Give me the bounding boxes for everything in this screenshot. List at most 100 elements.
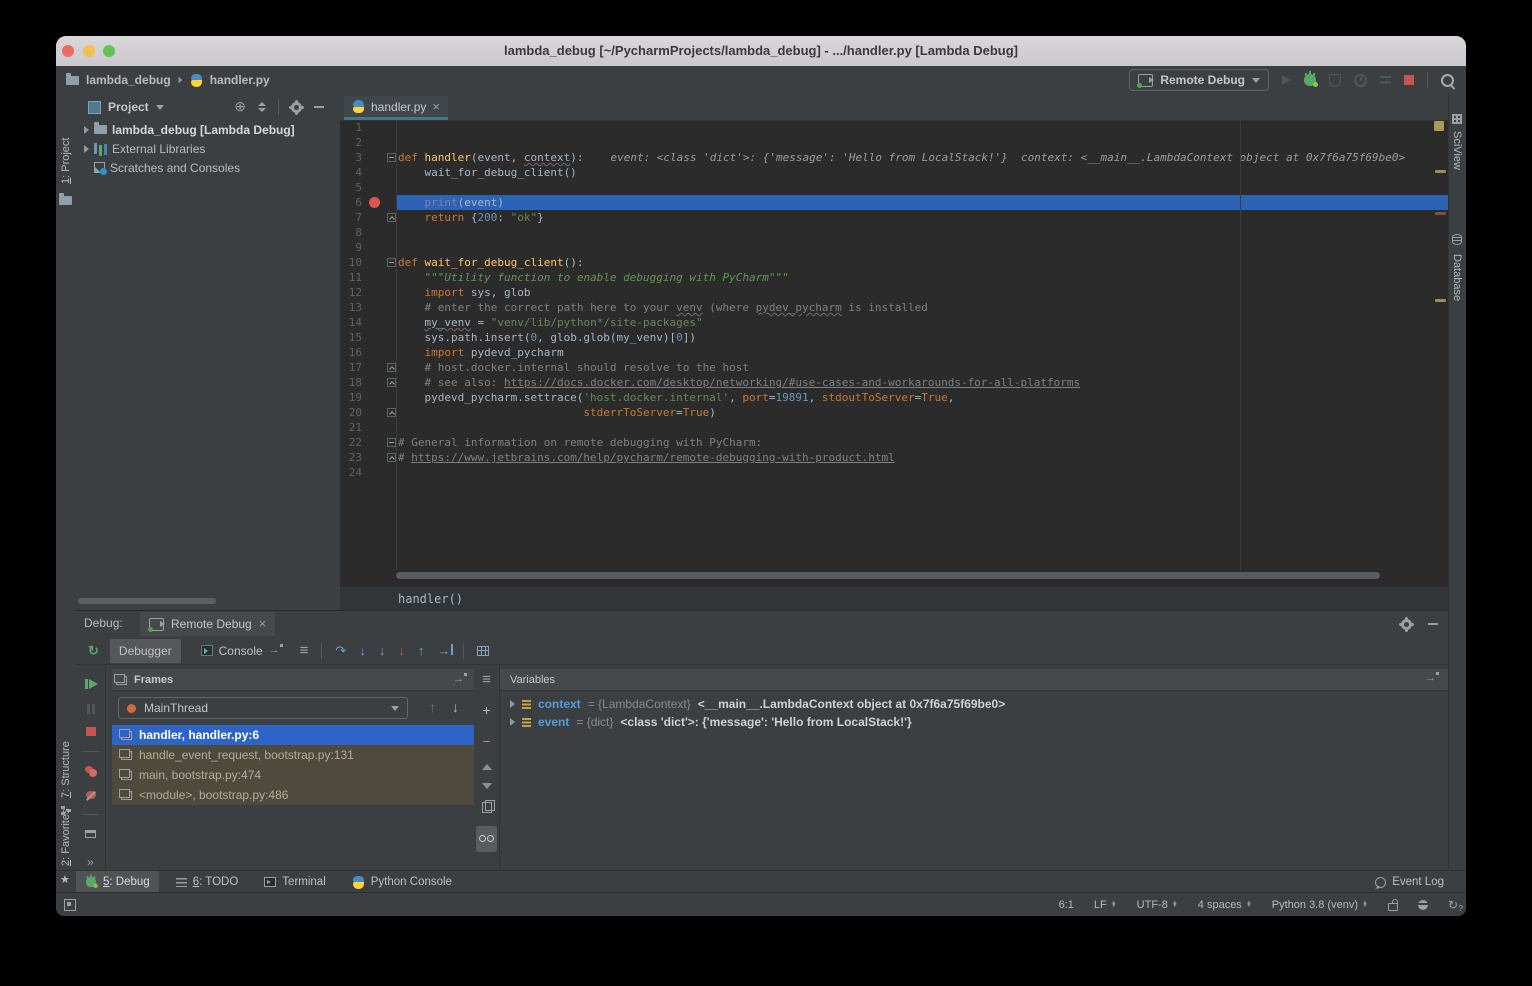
tool-tab-sciview[interactable]: SciView: [1451, 131, 1463, 170]
chevron-right-icon[interactable]: [510, 700, 515, 708]
line-number[interactable]: 8: [340, 226, 362, 239]
line-number[interactable]: 4: [340, 166, 362, 179]
status-encoding[interactable]: UTF-8▲▼: [1137, 899, 1178, 911]
tool-tab-project-strip[interactable]: 1: Project: [60, 138, 72, 184]
move-watch-up-button[interactable]: [482, 764, 492, 770]
mute-breakpoints-button[interactable]: [86, 791, 96, 799]
duplicate-watch-button[interactable]: [482, 802, 492, 813]
breadcrumb-file[interactable]: handler.py: [210, 73, 270, 87]
step-out-button[interactable]: [418, 642, 425, 660]
unlock-icon[interactable]: [1388, 903, 1398, 911]
error-stripe-mark[interactable]: [1435, 212, 1446, 215]
line-number[interactable]: 10: [340, 256, 362, 269]
status-interpreter[interactable]: Python 3.8 (venv)▲▼: [1272, 899, 1368, 911]
error-stripe-mark[interactable]: [1435, 170, 1446, 173]
editor-area[interactable]: handler.py 123def handler(event, context…: [340, 94, 1448, 610]
evaluate-expression-button[interactable]: [477, 646, 489, 656]
close-session-icon[interactable]: [259, 617, 267, 631]
stack-frame[interactable]: handler, handler.py:6: [112, 725, 474, 745]
fold-end-icon[interactable]: [387, 213, 396, 222]
code-editor[interactable]: 123def handler(event, context):event: <c…: [340, 120, 1448, 570]
search-everywhere-button[interactable]: [1441, 74, 1454, 87]
variable-row[interactable]: context = {LambdaContext} <__main__.Lamb…: [500, 695, 1448, 713]
layout-menu-icon[interactable]: [482, 671, 491, 689]
profiler-button[interactable]: [1354, 74, 1367, 87]
error-stripe-top-mark[interactable]: [1434, 121, 1444, 131]
line-number[interactable]: 22: [340, 436, 362, 449]
debug-session-tab[interactable]: Remote Debug: [140, 612, 275, 636]
tool-tab-structure[interactable]: 7: Structure: [60, 741, 72, 798]
add-watch-button[interactable]: [482, 702, 490, 720]
event-log-button[interactable]: Event Log: [1375, 871, 1444, 893]
coverage-button[interactable]: [1329, 74, 1341, 87]
stack-frame[interactable]: <module>, bootstrap.py:486: [112, 785, 474, 805]
tab-debugger[interactable]: Debugger: [110, 639, 181, 663]
status-line-separator[interactable]: LF▲▼: [1094, 899, 1117, 911]
next-frame-button[interactable]: [452, 699, 459, 715]
line-number[interactable]: 20: [340, 406, 362, 419]
layout-menu-button[interactable]: [300, 642, 309, 660]
hide-debug-panel-icon[interactable]: [1428, 623, 1438, 625]
restore-layout-button[interactable]: [85, 830, 96, 838]
settings-button[interactable]: [291, 102, 302, 113]
fold-end-icon[interactable]: [387, 453, 396, 462]
line-number[interactable]: 3: [340, 151, 362, 164]
stop-debug-button[interactable]: [86, 727, 96, 735]
chevron-right-icon[interactable]: [510, 718, 515, 726]
editor-breadcrumb[interactable]: handler(): [340, 586, 1448, 610]
fold-end-icon[interactable]: [387, 378, 396, 387]
line-number[interactable]: 12: [340, 286, 362, 299]
error-stripe-mark[interactable]: [1435, 299, 1446, 302]
concurrency-button[interactable]: [1380, 76, 1391, 85]
line-number[interactable]: 16: [340, 346, 362, 359]
line-number[interactable]: 7: [340, 211, 362, 224]
tool-tab-terminal[interactable]: Terminal: [255, 871, 334, 893]
variable-row[interactable]: event = {dict} <class 'dict'>: {'message…: [500, 713, 1448, 731]
rerun-debug-button[interactable]: [88, 642, 99, 660]
line-number[interactable]: 13: [340, 301, 362, 314]
previous-frame-button[interactable]: [429, 699, 436, 715]
tool-tab-python-console[interactable]: Python Console: [343, 871, 461, 893]
project-horizontal-scrollbar[interactable]: [78, 598, 216, 604]
show-watches-button[interactable]: [476, 826, 497, 852]
run-to-cursor-button[interactable]: [437, 642, 450, 660]
jump-to-icon[interactable]: [1425, 673, 1436, 684]
tree-item-scratches[interactable]: Scratches and Consoles: [76, 158, 340, 177]
run-configuration-select[interactable]: Remote Debug: [1129, 69, 1269, 91]
collapse-all-button[interactable]: [258, 102, 266, 112]
tool-tab-debug[interactable]: 5: Debug: [76, 871, 159, 893]
resume-button[interactable]: [89, 679, 98, 689]
view-breakpoints-button[interactable]: [85, 766, 93, 773]
line-number[interactable]: 18: [340, 376, 362, 389]
step-over-button[interactable]: [335, 642, 346, 660]
tree-item-external-libraries[interactable]: External Libraries: [76, 139, 340, 158]
fold-collapse-icon[interactable]: [387, 153, 396, 162]
fold-collapse-icon[interactable]: [387, 438, 396, 447]
line-number[interactable]: 11: [340, 271, 362, 284]
close-tab-icon[interactable]: [432, 100, 440, 114]
line-number[interactable]: 1: [340, 121, 362, 134]
select-opened-file-button[interactable]: [234, 98, 246, 116]
line-number[interactable]: 5: [340, 181, 362, 194]
line-number[interactable]: 19: [340, 391, 362, 404]
force-step-into-button[interactable]: [379, 642, 386, 660]
breakpoint-icon[interactable]: [369, 197, 380, 208]
stack-frame[interactable]: main, bootstrap.py:474: [112, 765, 474, 785]
tool-tab-database[interactable]: Database: [1451, 254, 1463, 301]
highlighting-level-icon[interactable]: [1418, 900, 1428, 910]
hide-panel-button[interactable]: [314, 106, 324, 108]
status-indent[interactable]: 4 spaces▲▼: [1198, 899, 1252, 911]
line-number[interactable]: 14: [340, 316, 362, 329]
step-into-my-code-button[interactable]: [398, 642, 405, 660]
fold-collapse-icon[interactable]: [387, 258, 396, 267]
editor-horizontal-scrollbar[interactable]: [396, 572, 1380, 579]
tree-item-lambda-debug[interactable]: lambda_debug [Lambda Debug]: [76, 120, 340, 139]
jump-to-icon[interactable]: [453, 674, 464, 685]
sync-icon[interactable]: [1448, 898, 1458, 912]
tab-console[interactable]: Console: [192, 639, 289, 663]
line-number[interactable]: 6: [340, 196, 362, 209]
status-caret-position[interactable]: 6:1: [1059, 899, 1074, 911]
line-number[interactable]: 21: [340, 421, 362, 434]
line-number[interactable]: 9: [340, 241, 362, 254]
step-into-button[interactable]: [359, 642, 366, 660]
